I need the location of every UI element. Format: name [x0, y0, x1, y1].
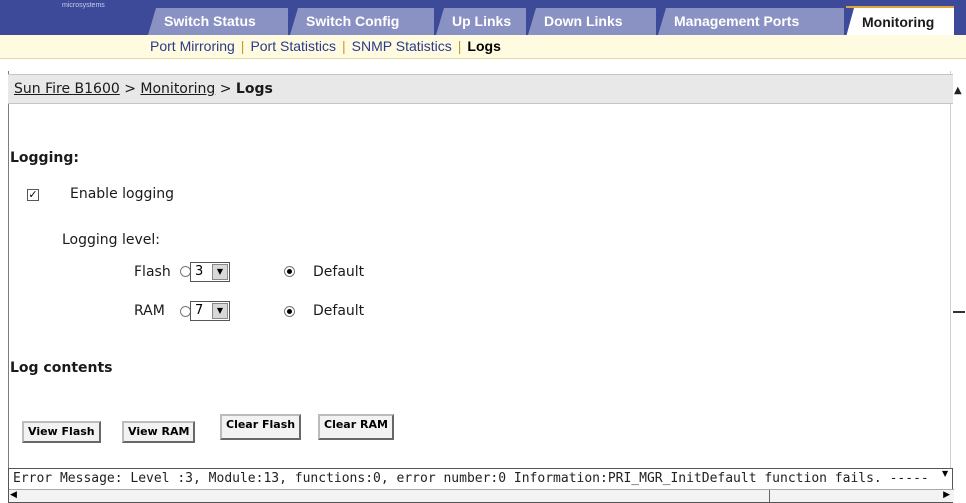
- enable-logging-label: Enable logging: [70, 186, 175, 202]
- breadcrumb-separator: >: [219, 81, 232, 97]
- chevron-down-icon[interactable]: ▼: [212, 303, 228, 319]
- flash-default-radio[interactable]: [284, 266, 295, 277]
- tab-switch-config[interactable]: Switch Config: [290, 8, 434, 35]
- log-contents-text: Error Message: Level :3, Module:13, func…: [13, 471, 929, 486]
- subnav-separator: |: [342, 38, 346, 54]
- tab-monitoring[interactable]: Monitoring: [846, 6, 954, 37]
- chevron-down-icon[interactable]: ▼: [212, 264, 228, 280]
- subnav-separator: |: [457, 38, 462, 54]
- company-logo: microsystems: [0, 0, 148, 35]
- logo-text: microsystems: [62, 2, 105, 9]
- breadcrumb: Sun Fire B1600 > Monitoring > Logs: [8, 74, 953, 104]
- clear-ram-button[interactable]: Clear RAM: [318, 414, 394, 440]
- tab-bar-edge: [954, 0, 966, 35]
- breadcrumb-root-link[interactable]: Sun Fire B1600: [14, 81, 120, 97]
- ram-default-radio[interactable]: [284, 306, 295, 317]
- clear-flash-button[interactable]: Clear Flash: [220, 414, 302, 440]
- subnav-snmp-statistics[interactable]: SNMP Statistics: [352, 38, 452, 54]
- ram-level-select[interactable]: 7 ▼: [190, 301, 230, 321]
- ram-default-label: Default: [313, 303, 365, 319]
- subnav-port-statistics[interactable]: Port Statistics: [250, 38, 336, 54]
- scroll-right-arrow-icon[interactable]: ▶: [943, 490, 950, 500]
- scroll-left-arrow-icon[interactable]: ◀: [10, 490, 17, 500]
- breadcrumb-monitoring-link[interactable]: Monitoring: [140, 81, 215, 97]
- logging-heading: Logging:: [10, 150, 79, 166]
- subnav-logs[interactable]: Logs: [467, 38, 500, 54]
- horizontal-scrollbar[interactable]: ◀ ▶: [9, 489, 954, 502]
- view-ram-button[interactable]: View RAM: [122, 421, 196, 443]
- ram-label: RAM: [134, 303, 165, 319]
- ram-level-value: 7: [195, 303, 204, 318]
- scroll-thumb-marker: [769, 490, 770, 502]
- subnav-port-mirroring[interactable]: Port Mirroring: [150, 38, 235, 54]
- breadcrumb-current: Logs: [235, 81, 273, 97]
- tab-down-links[interactable]: Down Links: [528, 8, 656, 35]
- log-contents-textarea[interactable]: Error Message: Level :3, Module:13, func…: [8, 468, 954, 503]
- tab-up-links[interactable]: Up Links: [436, 8, 526, 35]
- enable-logging-checkbox[interactable]: ✓: [27, 189, 39, 201]
- flash-level-select[interactable]: 3 ▼: [190, 262, 230, 282]
- tab-switch-status[interactable]: Switch Status: [148, 8, 288, 35]
- flash-label: Flash: [134, 264, 171, 280]
- log-contents-heading: Log contents: [10, 360, 113, 376]
- flash-default-label: Default: [313, 264, 365, 280]
- logging-level-label: Logging level:: [62, 232, 160, 248]
- tab-management-ports[interactable]: Management Ports: [658, 8, 844, 35]
- breadcrumb-separator: >: [124, 81, 136, 97]
- scroll-up-arrow-icon[interactable]: ▲: [954, 85, 962, 96]
- scroll-thumb[interactable]: [953, 311, 965, 313]
- view-flash-button[interactable]: View Flash: [22, 421, 101, 443]
- vertical-scrollbar[interactable]: ▲: [950, 71, 966, 503]
- scroll-down-arrow-icon[interactable]: ▼: [942, 469, 952, 489]
- sub-navigation: Port Mirroring | Port Statistics | SNMP Stat…: [0, 35, 966, 59]
- flash-level-value: 3: [195, 264, 204, 279]
- subnav-separator: |: [240, 38, 245, 54]
